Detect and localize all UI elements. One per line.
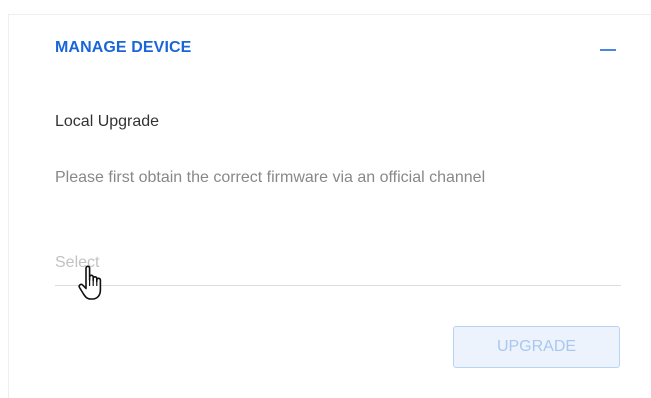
manage-device-panel: MANAGE DEVICE Local Upgrade Please first… bbox=[8, 14, 651, 398]
upgrade-button[interactable]: UPGRADE bbox=[453, 326, 620, 368]
collapse-minus-icon[interactable] bbox=[596, 40, 620, 60]
local-upgrade-label: Local Upgrade bbox=[55, 113, 160, 130]
select-placeholder: Select bbox=[55, 254, 100, 271]
firmware-select[interactable]: Select bbox=[55, 251, 621, 286]
panel-title: MANAGE DEVICE bbox=[55, 39, 192, 56]
firmware-description: Please first obtain the correct firmware… bbox=[55, 169, 486, 186]
